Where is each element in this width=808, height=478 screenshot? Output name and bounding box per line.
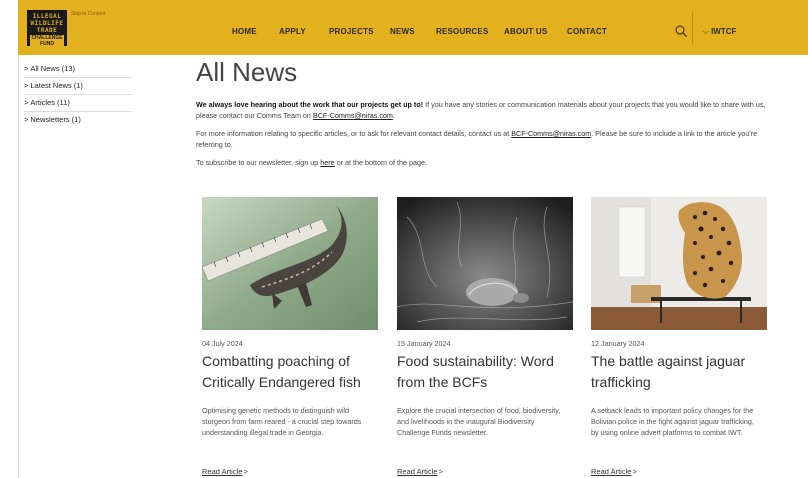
article-description: Optimising genetic methods to distinguis… — [202, 406, 362, 437]
search-icon[interactable] — [674, 24, 688, 38]
intro-paragraph: To subscribe to our newsletter, sign up … — [196, 157, 770, 168]
logo-line: WILDLIFE — [30, 20, 64, 27]
nav-contact[interactable]: CONTACT — [567, 27, 607, 36]
nav-projects[interactable]: PROJECTS — [329, 27, 374, 36]
chevron-right-icon: > — [243, 467, 248, 476]
intro-text-span: To subscribe to our newsletter, sign up — [196, 158, 321, 167]
chevron-right-icon: > — [24, 98, 29, 107]
read-article-label: Read Article — [591, 467, 632, 476]
logo-line: ILLEGAL — [32, 13, 62, 20]
chevron-down-icon: ⌵ — [703, 27, 710, 36]
skip-link[interactable]: Skip to Content — [71, 11, 105, 17]
chevron-right-icon: > — [632, 467, 637, 476]
nav-news[interactable]: NEWS — [390, 27, 415, 36]
chevron-right-icon: > — [24, 64, 29, 73]
intro-paragraph: We always love hearing about the work th… — [196, 99, 770, 121]
fund-dropdown[interactable]: ⌵ IWTCF — [703, 27, 736, 37]
chevron-right-icon: > — [24, 81, 29, 90]
nav-resources[interactable]: RESOURCES — [436, 27, 488, 36]
email-link[interactable]: BCF-Comms@niras.com — [511, 129, 591, 138]
article-title[interactable]: The battle against jaguar trafficking — [591, 351, 767, 393]
logo-fund-band: CHALLENGE FUND — [30, 35, 64, 47]
article-description: A setback leads to important policy chan… — [591, 406, 754, 437]
sidebar-item-label: Newsletters (1) — [30, 115, 81, 124]
page-title: All News — [196, 57, 298, 87]
article-title[interactable]: Combatting poaching of Critically Endang… — [202, 351, 378, 393]
nav-apply[interactable]: APPLY — [279, 27, 306, 36]
site-logo[interactable]: ILLEGAL WILDLIFE TRADE CHALLENGE FUND — [27, 10, 67, 47]
page-left-border — [18, 55, 19, 478]
article-card: 04 July 2024 Combatting poaching of Crit… — [202, 197, 378, 476]
chevron-right-icon: > — [438, 467, 443, 476]
news-sidebar: > All News (13) > Latest News (1) > Article… — [24, 61, 132, 128]
email-link[interactable]: BCF-Comms@niras.com — [313, 111, 393, 120]
article-title[interactable]: Food sustainability: Word from the BCFs — [397, 351, 573, 393]
read-article-link[interactable]: Read Article> — [202, 467, 248, 476]
article-date: 12 January 2024 — [591, 339, 645, 348]
article-image-jaguar-pelt[interactable] — [591, 197, 767, 330]
sidebar-item-label: All News (13) — [30, 64, 75, 73]
nav-about-us[interactable]: ABOUT US — [504, 27, 547, 36]
newsletter-signup-link[interactable]: here — [320, 158, 334, 167]
read-article-link[interactable]: Read Article> — [397, 467, 443, 476]
site-header: ILLEGAL WILDLIFE TRADE CHALLENGE FUND Sk… — [18, 0, 808, 55]
sidebar-item-newsletters[interactable]: > Newsletters (1) — [24, 112, 132, 128]
intro-text-span: For more information relating to specifi… — [196, 129, 512, 138]
logo-fund-line: FUND — [40, 41, 54, 47]
intro-text-span: . — [392, 111, 395, 120]
sidebar-item-articles[interactable]: > Articles (11) — [24, 95, 132, 112]
intro-text-span: or at the bottom of the page. — [334, 158, 427, 167]
sidebar-item-label: Articles (11) — [30, 98, 70, 107]
read-article-link[interactable]: Read Article> — [591, 467, 637, 476]
intro-paragraph: For more information relating to specifi… — [196, 128, 770, 150]
intro-lead: We always love hearing about the work th… — [196, 100, 424, 109]
article-date: 15 January 2024 — [397, 339, 451, 348]
chevron-right-icon: > — [24, 115, 29, 124]
logo-line: TRADE — [36, 27, 58, 34]
article-image-sturgeon[interactable] — [202, 197, 378, 330]
jaguar-pelt-photo — [591, 197, 767, 330]
nav-home[interactable]: HOME — [232, 27, 257, 36]
read-article-label: Read Article — [202, 467, 243, 476]
intro-text: We always love hearing about the work th… — [196, 99, 770, 175]
sturgeon-photo — [202, 197, 378, 330]
camera-trap-photo — [397, 197, 573, 330]
sidebar-item-latest-news[interactable]: > Latest News (1) — [24, 78, 132, 95]
sidebar-item-all-news[interactable]: > All News (13) — [24, 61, 132, 78]
header-divider — [692, 12, 693, 44]
read-article-label: Read Article — [397, 467, 438, 476]
fund-dropdown-label: IWTCF — [711, 27, 737, 36]
article-card: 15 January 2024 Food sustainability: Wor… — [397, 197, 573, 476]
sidebar-item-label: Latest News (1) — [30, 81, 83, 90]
article-description: Explore the crucial intersection of food… — [397, 406, 561, 437]
article-card: 12 January 2024 The battle against jagua… — [591, 197, 767, 476]
article-image-camera-trap[interactable] — [397, 197, 573, 330]
article-date: 04 July 2024 — [202, 339, 243, 348]
